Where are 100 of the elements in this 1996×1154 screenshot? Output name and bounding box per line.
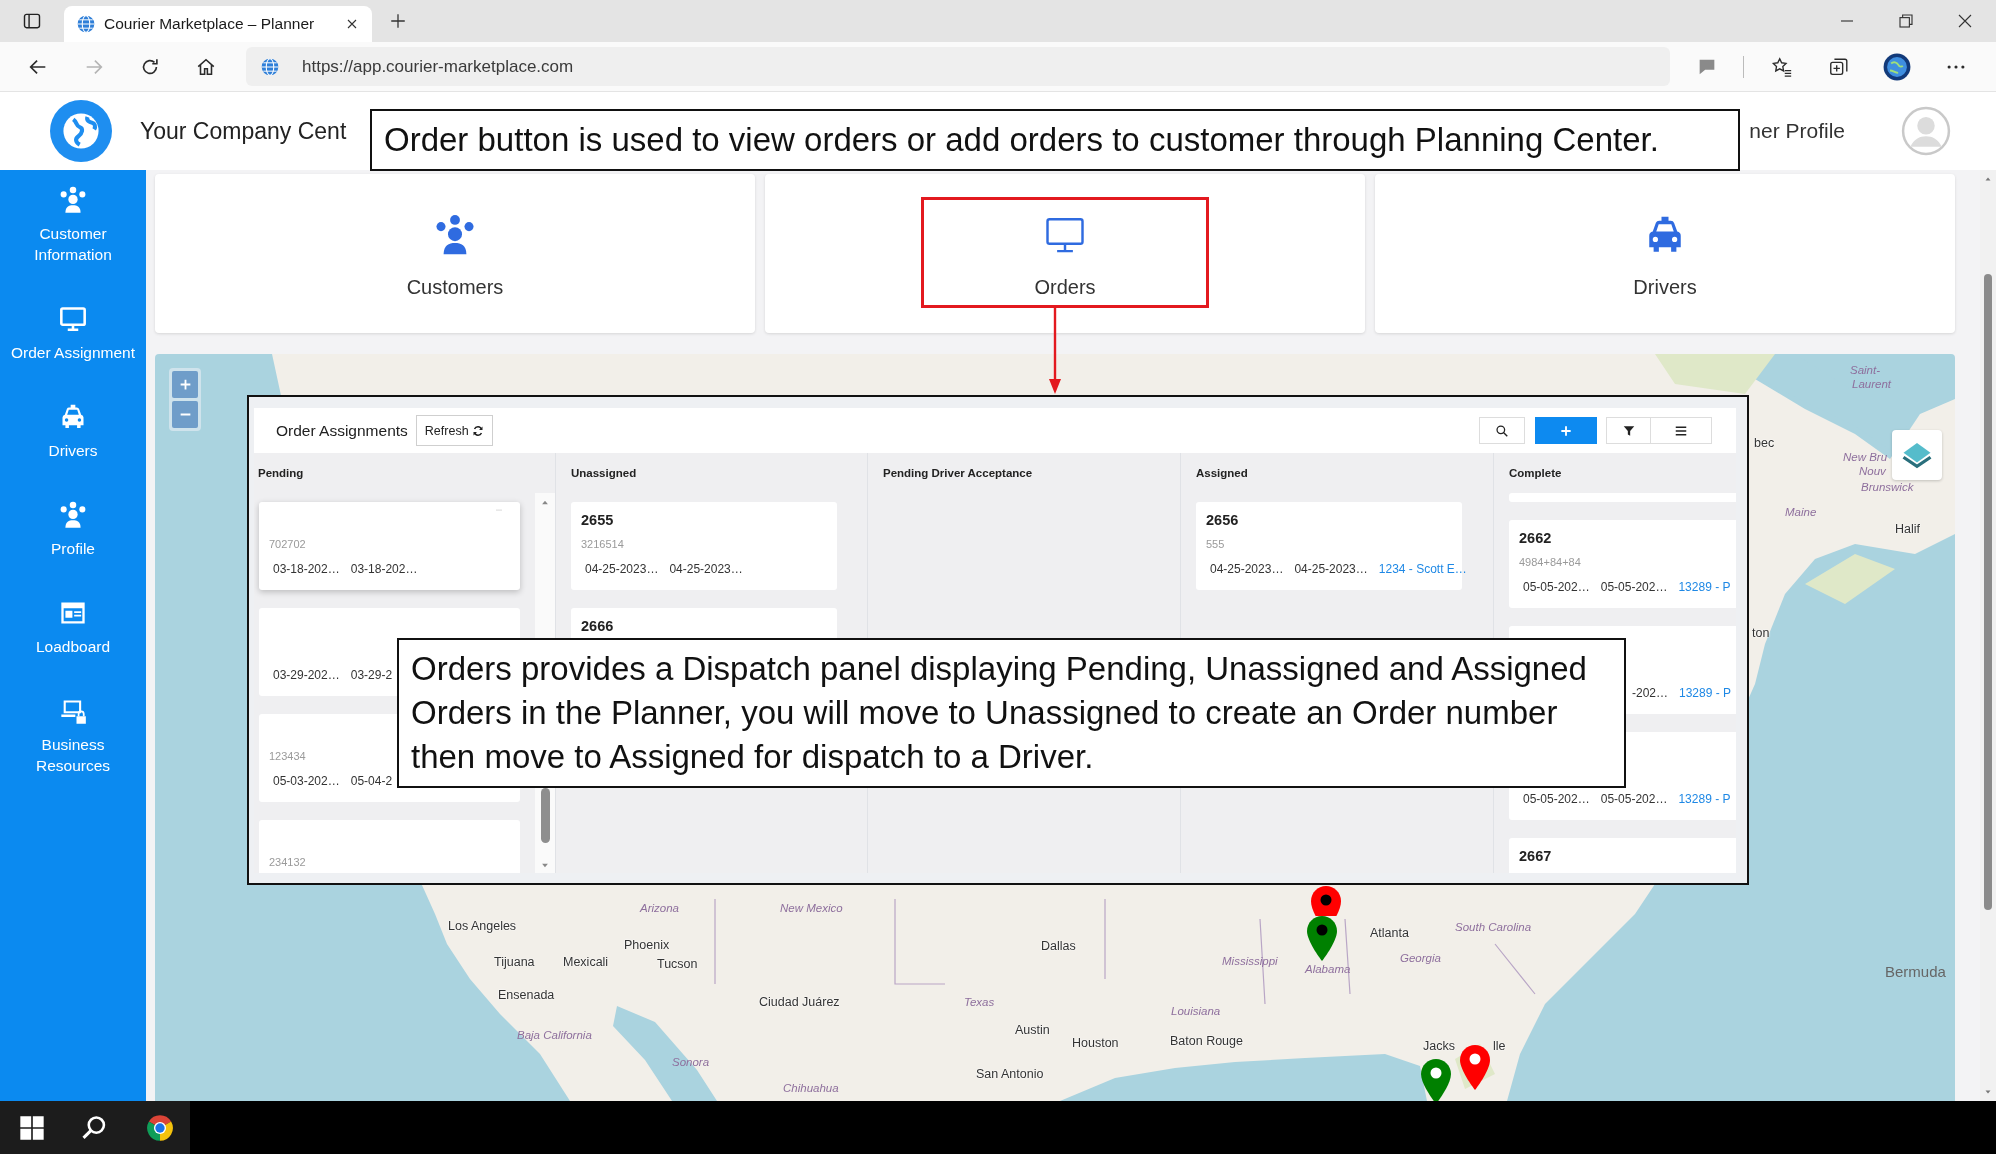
map-label: Bermuda <box>1885 963 1946 979</box>
order-reference: 4984+84+84 <box>1519 555 1581 570</box>
caret-down-icon[interactable] <box>1984 1089 1992 1095</box>
map-label: Saint- <box>1850 365 1881 377</box>
column-title: Complete <box>1509 467 1562 479</box>
order-date: 05-04-2 <box>350 773 393 790</box>
people-icon <box>59 501 87 529</box>
order-date: 05-05-202… <box>1523 579 1590 596</box>
sidebar-item[interactable]: Drivers <box>3 403 143 461</box>
nav-tile[interactable]: Customers <box>155 174 755 333</box>
map-pin-icon[interactable] <box>1311 886 1341 916</box>
map-label: Phoenix <box>624 938 670 952</box>
browser-icon[interactable] <box>146 1113 174 1142</box>
scrollbar-thumb[interactable] <box>1984 274 1992 910</box>
order-number: 2656 <box>1206 512 1239 528</box>
map-label: Atlanta <box>1370 926 1409 940</box>
column-title: Assigned <box>1196 467 1248 479</box>
refresh-icon <box>471 424 484 437</box>
map-label: Jacks <box>1423 1039 1455 1053</box>
map-label: Louisiana <box>1171 1006 1221 1018</box>
nav-tile[interactable]: Drivers <box>1375 174 1955 333</box>
filter-icon <box>1621 423 1636 438</box>
column-title: Pending Driver Acceptance <box>883 467 1033 479</box>
driver-link[interactable]: 13289 - P <box>1679 684 1732 702</box>
order-date: -202… <box>1631 686 1668 700</box>
sidebar-item[interactable]: Business Resources <box>3 697 143 776</box>
map-label: Maine <box>1785 507 1817 519</box>
callout-tooltip: Orders provides a Dispatch panel displaying Pending, Unassigned and Assigned Orders in the Planner, you will move to Unassigned to create an Order number then move to Assigned for dispatch to a Driver. <box>397 638 1626 788</box>
sidebar-item[interactable]: Profile <box>3 501 143 559</box>
map-pin-icon[interactable] <box>1307 916 1337 961</box>
order-reference: 555 <box>1206 537 1225 552</box>
map-label: Baja California <box>517 1030 592 1042</box>
order-card[interactable]: 2655 3216514 04-25-2023… 04-25-2023… <box>571 502 837 590</box>
sidebar-item[interactable]: Order Assignment <box>3 305 143 363</box>
map-label: Ensenada <box>498 988 555 1002</box>
caret-up-icon[interactable] <box>1984 176 1992 182</box>
start-icon[interactable] <box>18 1113 46 1142</box>
profile-icon[interactable] <box>1883 52 1911 81</box>
plus-icon <box>178 378 192 391</box>
sidebar-item[interactable]: Customer Information <box>3 186 143 265</box>
driver-link[interactable]: 13289 - P <box>1678 578 1731 596</box>
map-label: ton <box>1752 626 1770 640</box>
filter-button[interactable] <box>1606 417 1651 444</box>
sidebar-item[interactable]: Loadboard <box>3 599 143 657</box>
map-label: Georgia <box>1400 953 1441 965</box>
order-reference: 234132 <box>269 855 306 870</box>
order-number: 2662 <box>1519 530 1552 546</box>
close-icon[interactable] <box>1956 12 1974 30</box>
logo-icon[interactable] <box>50 100 112 162</box>
scrollbar[interactable] <box>1980 170 1996 1101</box>
map-label: Brunswick <box>1861 482 1914 494</box>
search-button[interactable] <box>1479 417 1525 444</box>
order-date: 03-29-2 <box>350 667 393 684</box>
order-date: 04-25-2023… <box>585 561 659 578</box>
order-number: 2666 <box>581 618 614 634</box>
tab-actions-icon[interactable] <box>22 11 42 31</box>
order-number: 2667 <box>1519 848 1552 864</box>
map-label: Chihuahua <box>783 1083 839 1095</box>
map-label: Laurent <box>1852 379 1891 391</box>
order-number: 2655 <box>581 512 614 528</box>
map-label: Tijuana <box>494 955 535 969</box>
people-icon <box>59 186 87 214</box>
driver-link[interactable]: 13289 - P <box>1678 790 1731 808</box>
map-label: Halif <box>1895 522 1920 536</box>
people-icon <box>434 214 476 256</box>
map-label: South Carolina <box>1455 922 1532 934</box>
address-bar[interactable]: https://app.courier-marketplace.com <box>246 47 1670 86</box>
map-label: San Antonio <box>976 1067 1044 1081</box>
company-name: Your Company Cent <box>140 117 347 145</box>
map-label: Mississippi <box>1222 956 1278 968</box>
restore-icon[interactable] <box>1897 12 1915 30</box>
monitor-icon <box>59 305 87 333</box>
order-date: 03-18-202… <box>273 561 340 578</box>
profile-link[interactable]: ner Profile <box>1749 119 1845 143</box>
search-icon[interactable] <box>80 1113 108 1142</box>
browser-tab[interactable]: Courier Marketplace – Planner <box>64 6 372 42</box>
layers-button[interactable] <box>1892 430 1942 480</box>
plus-icon[interactable] <box>389 12 407 30</box>
order-date: 04-25-2023… <box>1294 561 1368 578</box>
globe-icon <box>76 14 96 34</box>
refresh-button[interactable]: Refresh <box>415 415 493 446</box>
plus-icon <box>1559 423 1573 438</box>
favorites-icon[interactable] <box>1771 55 1793 78</box>
nav-tile[interactable]: Orders <box>765 174 1365 333</box>
order-date: 03-29-202… <box>273 667 340 684</box>
column-title: Unassigned <box>571 467 637 479</box>
order-date: 04-25-2023… <box>1210 561 1284 578</box>
order-date: 05-05-202… <box>1600 579 1668 596</box>
caret-up-icon[interactable] <box>540 499 550 506</box>
scrollbar-thumb[interactable] <box>541 788 550 843</box>
order-card[interactable]: 2662 4984+84+84 05-05-202… 05-05-202… 13289 - P <box>1509 520 1736 608</box>
map-label: New Bru <box>1843 452 1888 464</box>
menu-button[interactable] <box>1651 417 1712 444</box>
globe-icon <box>260 56 280 77</box>
order-date: 04-25-2023… <box>669 561 743 578</box>
caret-down-icon[interactable] <box>540 862 550 869</box>
zoom-in-button[interactable] <box>172 371 198 398</box>
map-label: New Mexico <box>780 903 843 915</box>
order-card[interactable]: 2667 <box>1509 838 1736 873</box>
order-card[interactable]: 702702 03-18-202… 03-18-202… <box>259 502 520 590</box>
